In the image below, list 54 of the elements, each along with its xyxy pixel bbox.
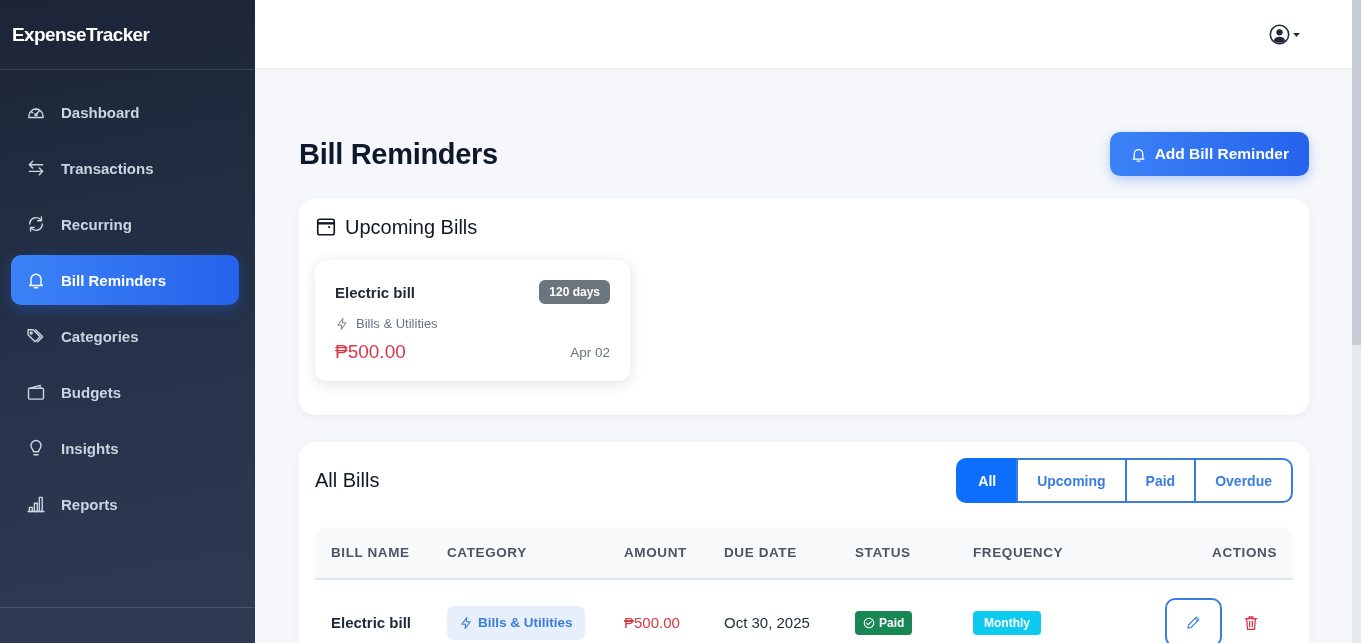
filter-tab[interactable]: Paid (1124, 458, 1197, 503)
nav-item[interactable]: Dashboard (11, 87, 239, 137)
add-bill-reminder-button[interactable]: Add Bill Reminder (1109, 132, 1309, 176)
section-title: Upcoming Bills (345, 215, 478, 239)
app-logo[interactable]: ExpenseTracker (12, 23, 150, 46)
trash-icon (1243, 614, 1259, 631)
filter-tab[interactable]: Upcoming (1016, 458, 1127, 503)
lightning-icon (335, 316, 349, 331)
delete-button[interactable] (1243, 614, 1259, 631)
table-cell: ₱500.00 (624, 614, 680, 631)
bar-chart-icon (26, 494, 46, 514)
frequency-badge: Monthly (973, 610, 1041, 635)
user-menu-button[interactable] (1269, 23, 1300, 45)
bill-name: Electric bill (335, 283, 416, 301)
column-header: STATUS (854, 545, 912, 560)
column-header: CATEGORY (446, 545, 528, 560)
filter-tab[interactable]: All (956, 458, 1019, 503)
user-avatar-icon (1269, 23, 1290, 45)
column-header: ACTIONS (1211, 545, 1278, 560)
due-date: Apr 02 (570, 344, 610, 360)
tag-icon (26, 326, 46, 346)
nav-item[interactable]: Budgets (11, 367, 239, 417)
edit-button[interactable] (1165, 598, 1222, 643)
days-badge: 120 days (539, 280, 610, 304)
scrollbar-thumb[interactable] (1352, 0, 1361, 345)
table-cell: Oct 30, 2025 (724, 614, 810, 631)
category-label: Bills & Utilities (356, 316, 438, 331)
nav-item[interactable]: Transactions (11, 143, 239, 193)
nav-item[interactable]: Recurring (11, 199, 239, 249)
nav-item[interactable]: Bill Reminders (11, 255, 239, 305)
scrollbar-track[interactable] (1352, 0, 1361, 643)
nav-item[interactable]: Categories (11, 311, 239, 361)
column-header: BILL NAME (330, 545, 411, 560)
nav-item[interactable]: Reports (11, 479, 239, 529)
section-title: All Bills (315, 469, 380, 492)
lightning-icon (459, 615, 473, 630)
filter-tab[interactable]: Overdue (1194, 458, 1293, 503)
page-title: Bill Reminders (299, 137, 498, 171)
status-badge: Paid (855, 610, 913, 635)
calendar-icon (315, 216, 337, 238)
column-header: FREQUENCY (972, 545, 1065, 560)
pencil-icon (1186, 615, 1201, 630)
table-cell: Electric bill (331, 614, 412, 631)
bill-amount: ₱500.00 (335, 341, 406, 363)
nav-item[interactable]: Insights (11, 423, 239, 473)
check-circle-icon (863, 616, 875, 629)
caret-icon (1293, 32, 1300, 37)
category-tag: Bills & Utilities (447, 605, 585, 640)
column-header: DUE DATE (723, 545, 798, 560)
wallet-icon (26, 382, 46, 402)
refresh-icon (26, 214, 46, 234)
bill-card[interactable]: Electric bill 120 days Bills & Utilities ₱500.00 Apr 02 (315, 260, 630, 381)
column-header: AMOUNT (623, 545, 688, 560)
arrows-icon (26, 158, 46, 178)
